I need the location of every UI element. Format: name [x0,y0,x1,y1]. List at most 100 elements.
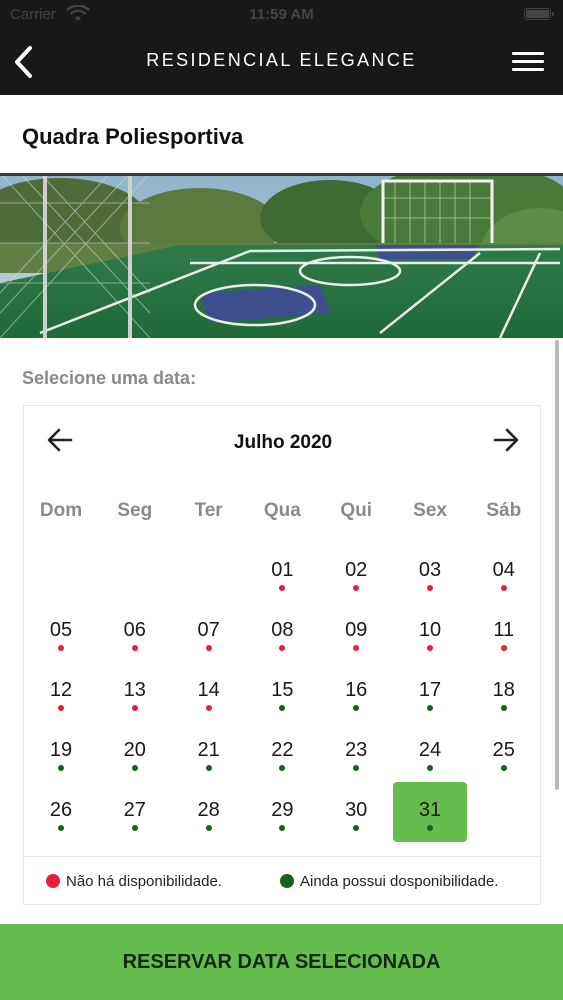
unavailable-dot-icon [131,645,138,651]
available-dot-icon [58,825,64,831]
unavailable-dot-icon [427,645,433,651]
day-number: 06 [123,619,146,641]
calendar-day[interactable]: 12 [24,678,98,738]
available-dot-icon [353,705,360,711]
calendar-day[interactable]: 07 [172,618,246,678]
unavailable-dot-icon [427,585,433,591]
day-number: 24 [418,739,442,761]
day-number: 03 [418,559,442,581]
day-number: 23 [345,739,368,761]
green-dot-icon [280,874,294,888]
unavailable-dot-icon [131,705,138,711]
calendar-day[interactable]: 29 [245,798,319,858]
unavailable-dot-icon [205,645,212,651]
unavailable-dot-icon [279,585,286,591]
calendar-day[interactable]: 18 [467,678,541,738]
calendar-day[interactable]: 01 [245,558,319,618]
day-number: 09 [345,619,368,641]
day-number: 11 [493,619,515,641]
unavailable-dot-icon [500,645,507,651]
unavailable-dot-icon [353,645,360,651]
calendar-day[interactable]: 23 [319,738,393,798]
weekday-label: Ter [194,500,223,521]
day-number: 12 [49,679,73,701]
calendar-day[interactable]: 14 [172,678,246,738]
available-dot-icon [279,825,286,831]
unavailable-dot-icon [279,645,286,651]
select-date-label: Selecione uma data: [22,368,197,388]
day-number: 14 [197,679,220,701]
day-number: 26 [49,799,73,821]
weekday-label: Seg [117,500,153,521]
calendar-day[interactable]: 30 [319,798,393,858]
calendar-day[interactable]: 05 [24,618,98,678]
next-month-button[interactable] [492,426,520,454]
weekday-label: Sex [413,500,447,521]
calendar-day[interactable]: 10 [393,618,467,678]
calendar-day[interactable]: 20 [98,738,172,798]
app-header: Carrier 11:59 AM RESIDENCIAL ELEGANCE [0,0,563,95]
available-dot-icon [205,825,212,831]
calendar-day[interactable]: 02 [319,558,393,618]
header-title: RESIDENCIAL ELEGANCE [146,50,417,70]
calendar-day[interactable]: 15 [245,678,319,738]
unavailable-dot-icon [205,705,212,711]
reserve-date-button[interactable]: RESERVAR DATA SELECIONADA [0,924,563,1000]
day-number: 22 [271,739,294,761]
day-number: 17 [418,679,442,701]
available-dot-icon [427,705,433,711]
menu-button[interactable] [512,52,546,74]
calendar-day[interactable]: 13 [98,678,172,738]
available-dot-icon [58,765,64,771]
day-number: 27 [123,799,146,821]
calendar-day[interactable]: 08 [245,618,319,678]
calendar-day[interactable]: 28 [172,798,246,858]
available-dot-icon [353,825,360,831]
court-photo [0,173,563,338]
calendar-day[interactable]: 26 [24,798,98,858]
scrollbar[interactable] [555,340,559,790]
calendar-day[interactable]: 25 [467,738,541,798]
calendar-day[interactable]: 17 [393,678,467,738]
available-dot-icon [279,765,286,771]
arrow-right-icon [493,428,519,452]
month-label: Julho 2020 [233,432,333,453]
calendar-day[interactable]: 06 [98,618,172,678]
available-dot-icon [427,825,433,831]
day-number: 15 [271,679,294,701]
available-dot-icon [205,765,212,771]
calendar-day[interactable]: 11 [467,618,541,678]
available-dot-icon [131,765,138,771]
day-number: 19 [49,739,73,761]
calendar-day[interactable]: 03 [393,558,467,618]
calendar-day[interactable]: 16 [319,678,393,738]
day-number: 02 [345,559,368,581]
calendar: Julho 2020 Dom Seg Ter Qua Qui Sex Sáb 01 02 03 0… [23,405,542,905]
calendar-day[interactable]: 22 [245,738,319,798]
day-number: 05 [49,619,73,641]
weekday-label: Qua [263,500,301,521]
available-dot-icon [131,825,138,831]
day-number: 30 [345,799,368,821]
status-bar: Carrier 11:59 AM [0,0,563,30]
available-dot-icon [500,765,507,771]
legend-available-label: Ainda possui dosponibilidade. [300,873,499,890]
available-dot-icon [500,705,507,711]
red-dot-icon [46,874,60,888]
unavailable-dot-icon [58,645,64,651]
calendar-day[interactable]: 21 [172,738,246,798]
available-dot-icon [353,765,360,771]
calendar-day[interactable]: 04 [467,558,541,618]
calendar-day-selected[interactable]: 31 [393,782,467,858]
legend-unavailable: Não há disponibilidade. [46,873,222,890]
calendar-day[interactable]: 27 [98,798,172,858]
day-number: 04 [492,559,515,581]
day-number: 13 [123,679,146,701]
day-number: 01 [271,559,294,581]
unavailable-dot-icon [58,705,64,711]
calendar-day[interactable]: 09 [319,618,393,678]
calendar-day[interactable]: 19 [24,738,98,798]
unavailable-dot-icon [500,585,507,591]
day-number: 25 [492,739,515,761]
day-number: 31 [418,799,442,821]
